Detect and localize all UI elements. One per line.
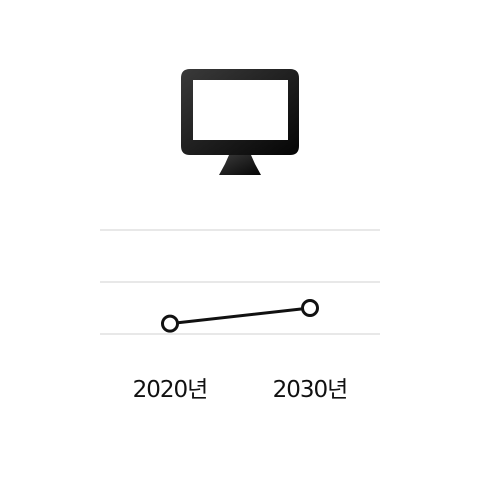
series-layer — [161, 299, 319, 333]
monitor-icon — [181, 69, 299, 175]
x-axis-labels: 2020년 2030년 — [133, 377, 349, 403]
chart-figure: 2020년 2030년 — [100, 69, 380, 403]
monitor-screen-frame — [181, 69, 299, 155]
series-line-0 — [168, 306, 312, 326]
x-tick-label-0: 2020년 — [133, 377, 208, 403]
x-tick-label-1: 2030년 — [273, 377, 348, 403]
grid — [100, 229, 380, 335]
monitor-stand — [219, 155, 261, 175]
data-point-0 — [161, 314, 179, 333]
data-point-1 — [301, 299, 319, 317]
